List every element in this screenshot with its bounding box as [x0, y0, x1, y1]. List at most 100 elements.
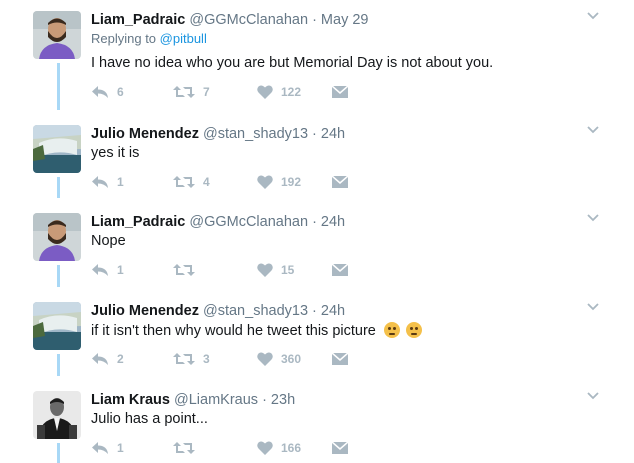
thread-line [57, 354, 60, 376]
tweet-text: Julio has a point... [91, 411, 208, 427]
heart-icon [257, 352, 273, 366]
direct-message-button[interactable] [332, 441, 348, 455]
reply-icon [92, 353, 108, 365]
heart-icon [257, 85, 273, 99]
tweet-header: Liam_Padraic @GGMcClanahan · May 29 [91, 11, 368, 29]
timestamp[interactable]: · 23h [262, 392, 295, 408]
envelope-icon [332, 85, 348, 98]
tweet[interactable]: Julio Menendez @stan_shady13 · 24h if it… [0, 302, 634, 372]
retweet-button[interactable]: 4 [173, 175, 210, 189]
envelope-icon [332, 352, 348, 365]
heart-icon [257, 175, 273, 189]
timestamp[interactable]: · May 29 [312, 12, 368, 28]
retweet-button[interactable] [173, 441, 203, 455]
like-count: 122 [281, 85, 302, 99]
avatar[interactable] [33, 213, 81, 261]
thinking-face-emoji [405, 322, 422, 338]
tweet-text: Nope [91, 233, 126, 249]
thread-line [57, 63, 60, 110]
heart-icon [257, 263, 273, 277]
retweet-count: 7 [203, 85, 210, 99]
envelope-icon [332, 441, 348, 454]
replying-to-handle[interactable]: @pitbull [160, 31, 207, 46]
tweet[interactable]: Liam Kraus @LiamKraus · 23h Julio has a … [0, 391, 634, 463]
reply-icon [92, 442, 108, 454]
thread-line [57, 177, 60, 198]
tweet[interactable]: Liam_Padraic @GGMcClanahan · 24h Nope 1 … [0, 213, 634, 283]
chevron-down-icon[interactable] [586, 123, 600, 137]
display-name[interactable]: Liam_Padraic [91, 12, 185, 28]
direct-message-button[interactable] [332, 263, 348, 277]
direct-message-button[interactable] [332, 85, 348, 99]
thread-line [57, 443, 60, 463]
reply-button[interactable]: 1 [91, 441, 124, 455]
user-handle[interactable]: @stan_shady13 [203, 303, 308, 319]
tweet-actions: 1 4 192 [91, 175, 371, 195]
retweet-button[interactable]: 3 [173, 352, 210, 366]
direct-message-button[interactable] [332, 175, 348, 189]
timestamp[interactable]: · 24h [312, 214, 345, 230]
tweet-header: Julio Menendez @stan_shady13 · 24h [91, 125, 345, 143]
timestamp[interactable]: · 24h [312, 303, 345, 319]
retweet-icon [173, 176, 195, 188]
reply-count: 6 [117, 85, 124, 99]
thread-line [57, 265, 60, 287]
retweet-icon [173, 442, 195, 454]
avatar[interactable] [33, 11, 81, 59]
display-name[interactable]: Julio Menendez [91, 126, 199, 142]
tweet-header: Liam Kraus @LiamKraus · 23h [91, 391, 295, 409]
envelope-icon [332, 263, 348, 276]
thinking-face-emoji [383, 322, 400, 338]
user-handle[interactable]: @GGMcClanahan [189, 12, 308, 28]
reply-button[interactable]: 6 [91, 85, 124, 99]
timestamp[interactable]: · 24h [312, 126, 345, 142]
reply-button[interactable]: 1 [91, 263, 124, 277]
retweet-button[interactable] [173, 263, 203, 277]
retweet-button[interactable]: 7 [173, 85, 210, 99]
retweet-icon [173, 86, 195, 98]
avatar[interactable] [33, 302, 81, 350]
avatar[interactable] [33, 125, 81, 173]
tweet-actions: 2 3 360 [91, 352, 371, 372]
tweet-header: Julio Menendez @stan_shady13 · 24h [91, 302, 345, 320]
tweet-actions: 1 166 [91, 441, 371, 461]
like-count: 192 [281, 175, 302, 189]
chevron-down-icon[interactable] [586, 211, 600, 225]
reply-icon [92, 86, 108, 98]
user-handle[interactable]: @LiamKraus [174, 392, 258, 408]
retweet-icon [173, 353, 195, 365]
tweet-header: Liam_Padraic @GGMcClanahan · 24h [91, 213, 345, 231]
reply-icon [92, 264, 108, 276]
avatar[interactable] [33, 391, 81, 439]
tweet[interactable]: Liam_Padraic @GGMcClanahan · May 29 Repl… [0, 11, 634, 106]
reply-count: 1 [117, 175, 124, 189]
display-name[interactable]: Liam_Padraic [91, 214, 185, 230]
like-button[interactable]: 166 [257, 441, 301, 455]
chevron-down-icon[interactable] [586, 389, 600, 403]
reply-count: 1 [117, 263, 124, 277]
like-button[interactable]: 122 [257, 85, 301, 99]
like-count: 15 [281, 263, 295, 277]
user-handle[interactable]: @stan_shady13 [203, 126, 308, 142]
direct-message-button[interactable] [332, 352, 348, 366]
retweet-count: 4 [203, 175, 210, 189]
tweet-text: I have no idea who you are but Memorial … [91, 55, 494, 71]
tweet[interactable]: Julio Menendez @stan_shady13 · 24h yes i… [0, 125, 634, 195]
replying-to-label: Replying to [91, 31, 157, 46]
heart-icon [257, 441, 273, 455]
reply-button[interactable]: 1 [91, 175, 124, 189]
display-name[interactable]: Liam Kraus [91, 392, 170, 408]
reply-count: 1 [117, 441, 124, 455]
reply-count: 2 [117, 352, 124, 366]
like-count: 360 [281, 352, 302, 366]
chevron-down-icon[interactable] [586, 300, 600, 314]
reply-icon [92, 176, 108, 188]
like-button[interactable]: 192 [257, 175, 301, 189]
like-button[interactable]: 15 [257, 263, 294, 277]
display-name[interactable]: Julio Menendez [91, 303, 199, 319]
chevron-down-icon[interactable] [586, 9, 600, 23]
tweet-actions: 1 15 [91, 263, 371, 283]
reply-button[interactable]: 2 [91, 352, 124, 366]
user-handle[interactable]: @GGMcClanahan [189, 214, 308, 230]
like-button[interactable]: 360 [257, 352, 301, 366]
